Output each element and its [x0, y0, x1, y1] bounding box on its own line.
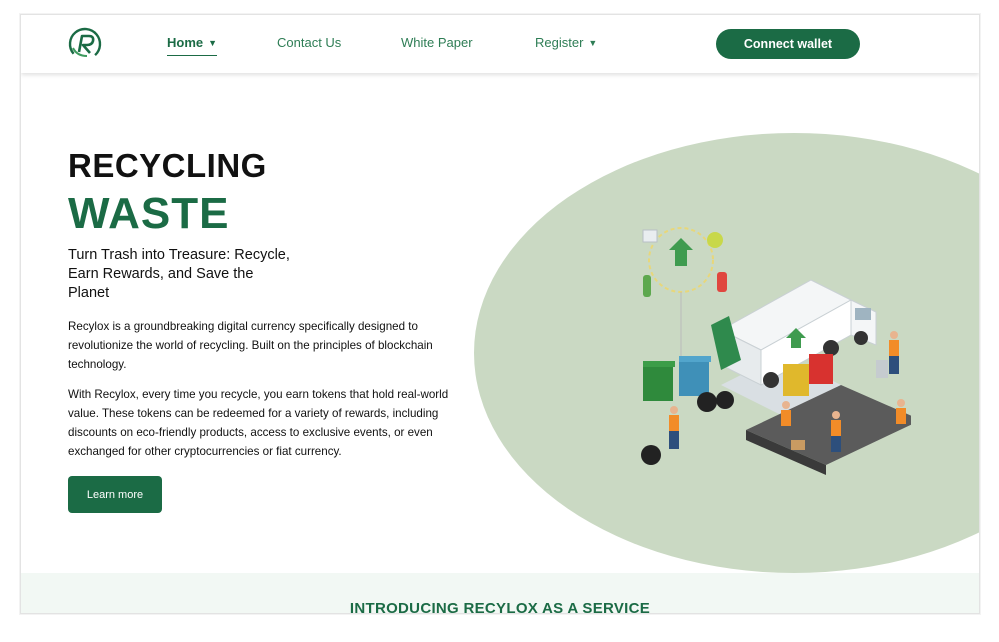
learn-more-button[interactable]: Learn more — [68, 476, 162, 513]
hero-title-line1: RECYCLING — [68, 147, 267, 184]
nav-register-label: Register — [535, 35, 584, 50]
connect-wallet-button[interactable]: Connect wallet — [716, 29, 860, 59]
hero-paragraph-1: Recylox is a groundbreaking digital curr… — [68, 320, 433, 371]
nav-register[interactable]: Register ▼ — [535, 35, 597, 50]
nav-contact-us[interactable]: Contact Us — [277, 35, 341, 50]
top-navbar: Home ▼ Contact Us White Paper Register ▼ C… — [21, 15, 979, 73]
hero-title-line2: WASTE — [68, 189, 230, 238]
nav-white-paper-label: White Paper — [401, 35, 473, 50]
nav-white-paper[interactable]: White Paper — [401, 35, 473, 50]
recylox-logo[interactable] — [67, 26, 103, 62]
chevron-down-icon: ▼ — [208, 38, 218, 48]
service-section-title: INTRODUCING RECYLOX AS A SERVICE — [349, 600, 651, 614]
hero-paragraph-2: With Recylox, every time you recycle, yo… — [68, 388, 449, 458]
nav-home-label: Home — [167, 35, 204, 50]
page-frame: Home ▼ Contact Us White Paper Register ▼ C… — [20, 14, 980, 614]
nav-home[interactable]: Home ▼ — [167, 35, 218, 56]
recycling-truck-illustration — [641, 227, 911, 475]
nav-contact-label: Contact Us — [277, 35, 342, 50]
hero-subtitle: Turn Trash into Treasure: Recycle, Earn … — [68, 247, 290, 301]
chevron-down-icon: ▼ — [588, 38, 598, 48]
